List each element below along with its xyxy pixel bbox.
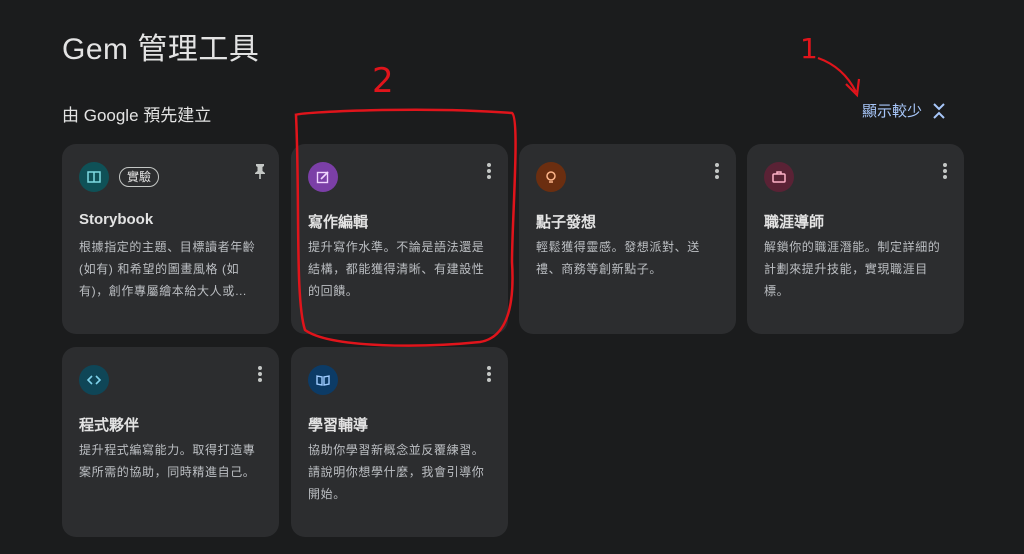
show-less-button[interactable]: 顯示較少 [862, 100, 946, 121]
gem-description: 提升寫作水準。不論是語法還是結構，都能獲得清晰、有建設性的回饋。 [308, 240, 485, 298]
briefcase-icon [764, 162, 794, 192]
edit-icon [308, 162, 338, 192]
experimental-badge: 實驗 [119, 167, 160, 187]
annotation-label-1: 1 [800, 32, 818, 65]
more-options-icon[interactable] [714, 163, 720, 181]
show-less-label: 顯示較少 [862, 103, 923, 120]
gem-description: 輕鬆獲得靈感。發想派對、送禮、商務等創新點子。 [536, 240, 700, 276]
more-options-icon[interactable] [257, 366, 263, 384]
pin-icon[interactable] [251, 162, 269, 180]
gem-description: 解鎖你的職涯潛能。制定詳細的計劃來提升技能，實現職涯目標。 [764, 240, 941, 298]
gem-name: 職涯導師 [764, 214, 825, 231]
more-options-icon[interactable] [486, 366, 492, 384]
more-options-icon[interactable] [942, 163, 948, 181]
code-icon [79, 365, 109, 395]
page-title: Gem 管理工具 [62, 33, 260, 66]
gem-card-writing-editor[interactable]: 寫作編輯 提升寫作水準。不論是語法還是結構，都能獲得清晰、有建設性的回饋。 [291, 144, 508, 334]
learning-book-icon [308, 365, 338, 395]
annotation-label-2: 2 [372, 61, 394, 101]
gem-description: 協助你學習新概念並反覆練習。請說明你想學什麼，我會引導你開始。 [308, 443, 485, 501]
book-icon [79, 162, 109, 192]
collapse-icon [933, 102, 945, 119]
more-options-icon[interactable] [486, 163, 492, 181]
gem-name: 程式夥伴 [79, 417, 140, 434]
gem-card-career-guide[interactable]: 職涯導師 解鎖你的職涯潛能。制定詳細的計劃來提升技能，實現職涯目標。 [747, 144, 964, 334]
gem-card-brainstormer[interactable]: 點子發想 輕鬆獲得靈感。發想派對、送禮、商務等創新點子。 [519, 144, 736, 334]
gem-description: 提升程式編寫能力。取得打造專案所需的協助，同時精進自己。 [79, 443, 256, 479]
gem-name: 寫作編輯 [308, 214, 369, 231]
gem-card-coding-partner[interactable]: 程式夥伴 提升程式編寫能力。取得打造專案所需的協助，同時精進自己。 [62, 347, 279, 537]
gem-name: 點子發想 [536, 214, 597, 231]
gem-name: Storybook [79, 211, 154, 228]
gem-name: 學習輔導 [308, 417, 369, 434]
gem-card-storybook[interactable]: 實驗 Storybook 根據指定的主題、目標讀者年齡 (如有) 和希望的圖畫風… [62, 144, 279, 334]
lightbulb-icon [536, 162, 566, 192]
gem-card-learning-coach[interactable]: 學習輔導 協助你學習新概念並反覆練習。請說明你想學什麼，我會引導你開始。 [291, 347, 508, 537]
gem-description: 根據指定的主題、目標讀者年齡 (如有) 和希望的圖畫風格 (如有)，創作專屬繪本… [79, 240, 256, 298]
annotation-arrow [817, 56, 857, 93]
annotation-arrowhead [845, 78, 861, 98]
section-title: 由 Google 預先建立 [62, 106, 212, 125]
